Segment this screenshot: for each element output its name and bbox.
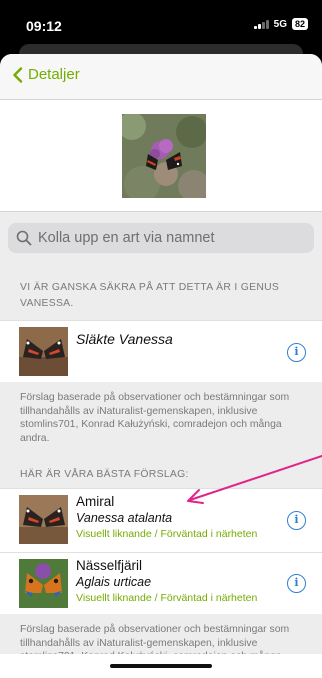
amiral-match-hint: Visuellt liknande / Förväntad i närheten bbox=[76, 528, 258, 540]
suggestion-row-nasselfjaril[interactable]: Nässelfjäril Aglais urticae Visuellt lik… bbox=[0, 552, 322, 614]
genus-name: Släkte Vanessa bbox=[76, 331, 173, 347]
info-icon[interactable]: i bbox=[287, 574, 306, 593]
nasselfjaril-match-hint: Visuellt liknande / Förväntad i närheten bbox=[76, 592, 258, 604]
nasselfjaril-scientific-name: Aglais urticae bbox=[76, 575, 152, 589]
amiral-common-name: Amiral bbox=[76, 494, 115, 509]
nav-bar: Detaljer bbox=[0, 54, 322, 100]
species-search-input[interactable]: Kolla upp en art via namnet bbox=[8, 223, 314, 253]
status-time: 09:12 bbox=[26, 18, 62, 34]
search-icon bbox=[16, 230, 32, 246]
battery-icon: 82 bbox=[291, 18, 308, 30]
amiral-text: Amiral Vanessa atalanta Visuellt liknand… bbox=[76, 494, 257, 542]
genus-section-header: Vi är ganska säkra på att detta är i gen… bbox=[0, 272, 322, 320]
suggestions-section-header: Här är våra bästa förslag: bbox=[0, 458, 322, 488]
back-label: Detaljer bbox=[28, 66, 80, 83]
genus-thumbnail bbox=[19, 327, 68, 376]
genus-suggestion-row[interactable]: Släkte Vanessa i bbox=[0, 320, 322, 382]
status-indicators: 5G 82 bbox=[254, 18, 308, 30]
suggestion-row-amiral[interactable]: Amiral Vanessa atalanta Visuellt liknand… bbox=[0, 488, 322, 552]
search-area: Kolla upp en art via namnet bbox=[0, 212, 322, 272]
nasselfjaril-thumbnail bbox=[19, 559, 68, 608]
genus-attribution-note: Förslag baserade på observationer och be… bbox=[0, 382, 322, 458]
amiral-thumbnail bbox=[19, 495, 68, 544]
home-indicator-area bbox=[0, 654, 322, 678]
network-label: 5G bbox=[273, 18, 287, 30]
genus-text: Släkte Vanessa bbox=[76, 331, 173, 348]
signal-icon bbox=[254, 19, 269, 29]
home-indicator[interactable] bbox=[110, 664, 212, 668]
chevron-left-icon bbox=[13, 66, 23, 83]
nasselfjaril-common-name: Nässelfjäril bbox=[76, 558, 143, 573]
status-bar: 09:12 5G 82 bbox=[0, 0, 322, 44]
amiral-scientific-name: Vanessa atalanta bbox=[76, 511, 173, 525]
info-icon[interactable]: i bbox=[287, 511, 306, 530]
info-icon[interactable]: i bbox=[287, 343, 306, 362]
search-placeholder: Kolla upp en art via namnet bbox=[38, 230, 215, 246]
back-button[interactable]: Detaljer bbox=[12, 66, 80, 83]
observation-photo[interactable] bbox=[122, 114, 206, 198]
nasselfjaril-text: Nässelfjäril Aglais urticae Visuellt lik… bbox=[76, 558, 257, 606]
suggestions-sheet: Detaljer Kolla upp en art via namnet VI … bbox=[0, 54, 322, 678]
observation-photo-area bbox=[0, 100, 322, 212]
